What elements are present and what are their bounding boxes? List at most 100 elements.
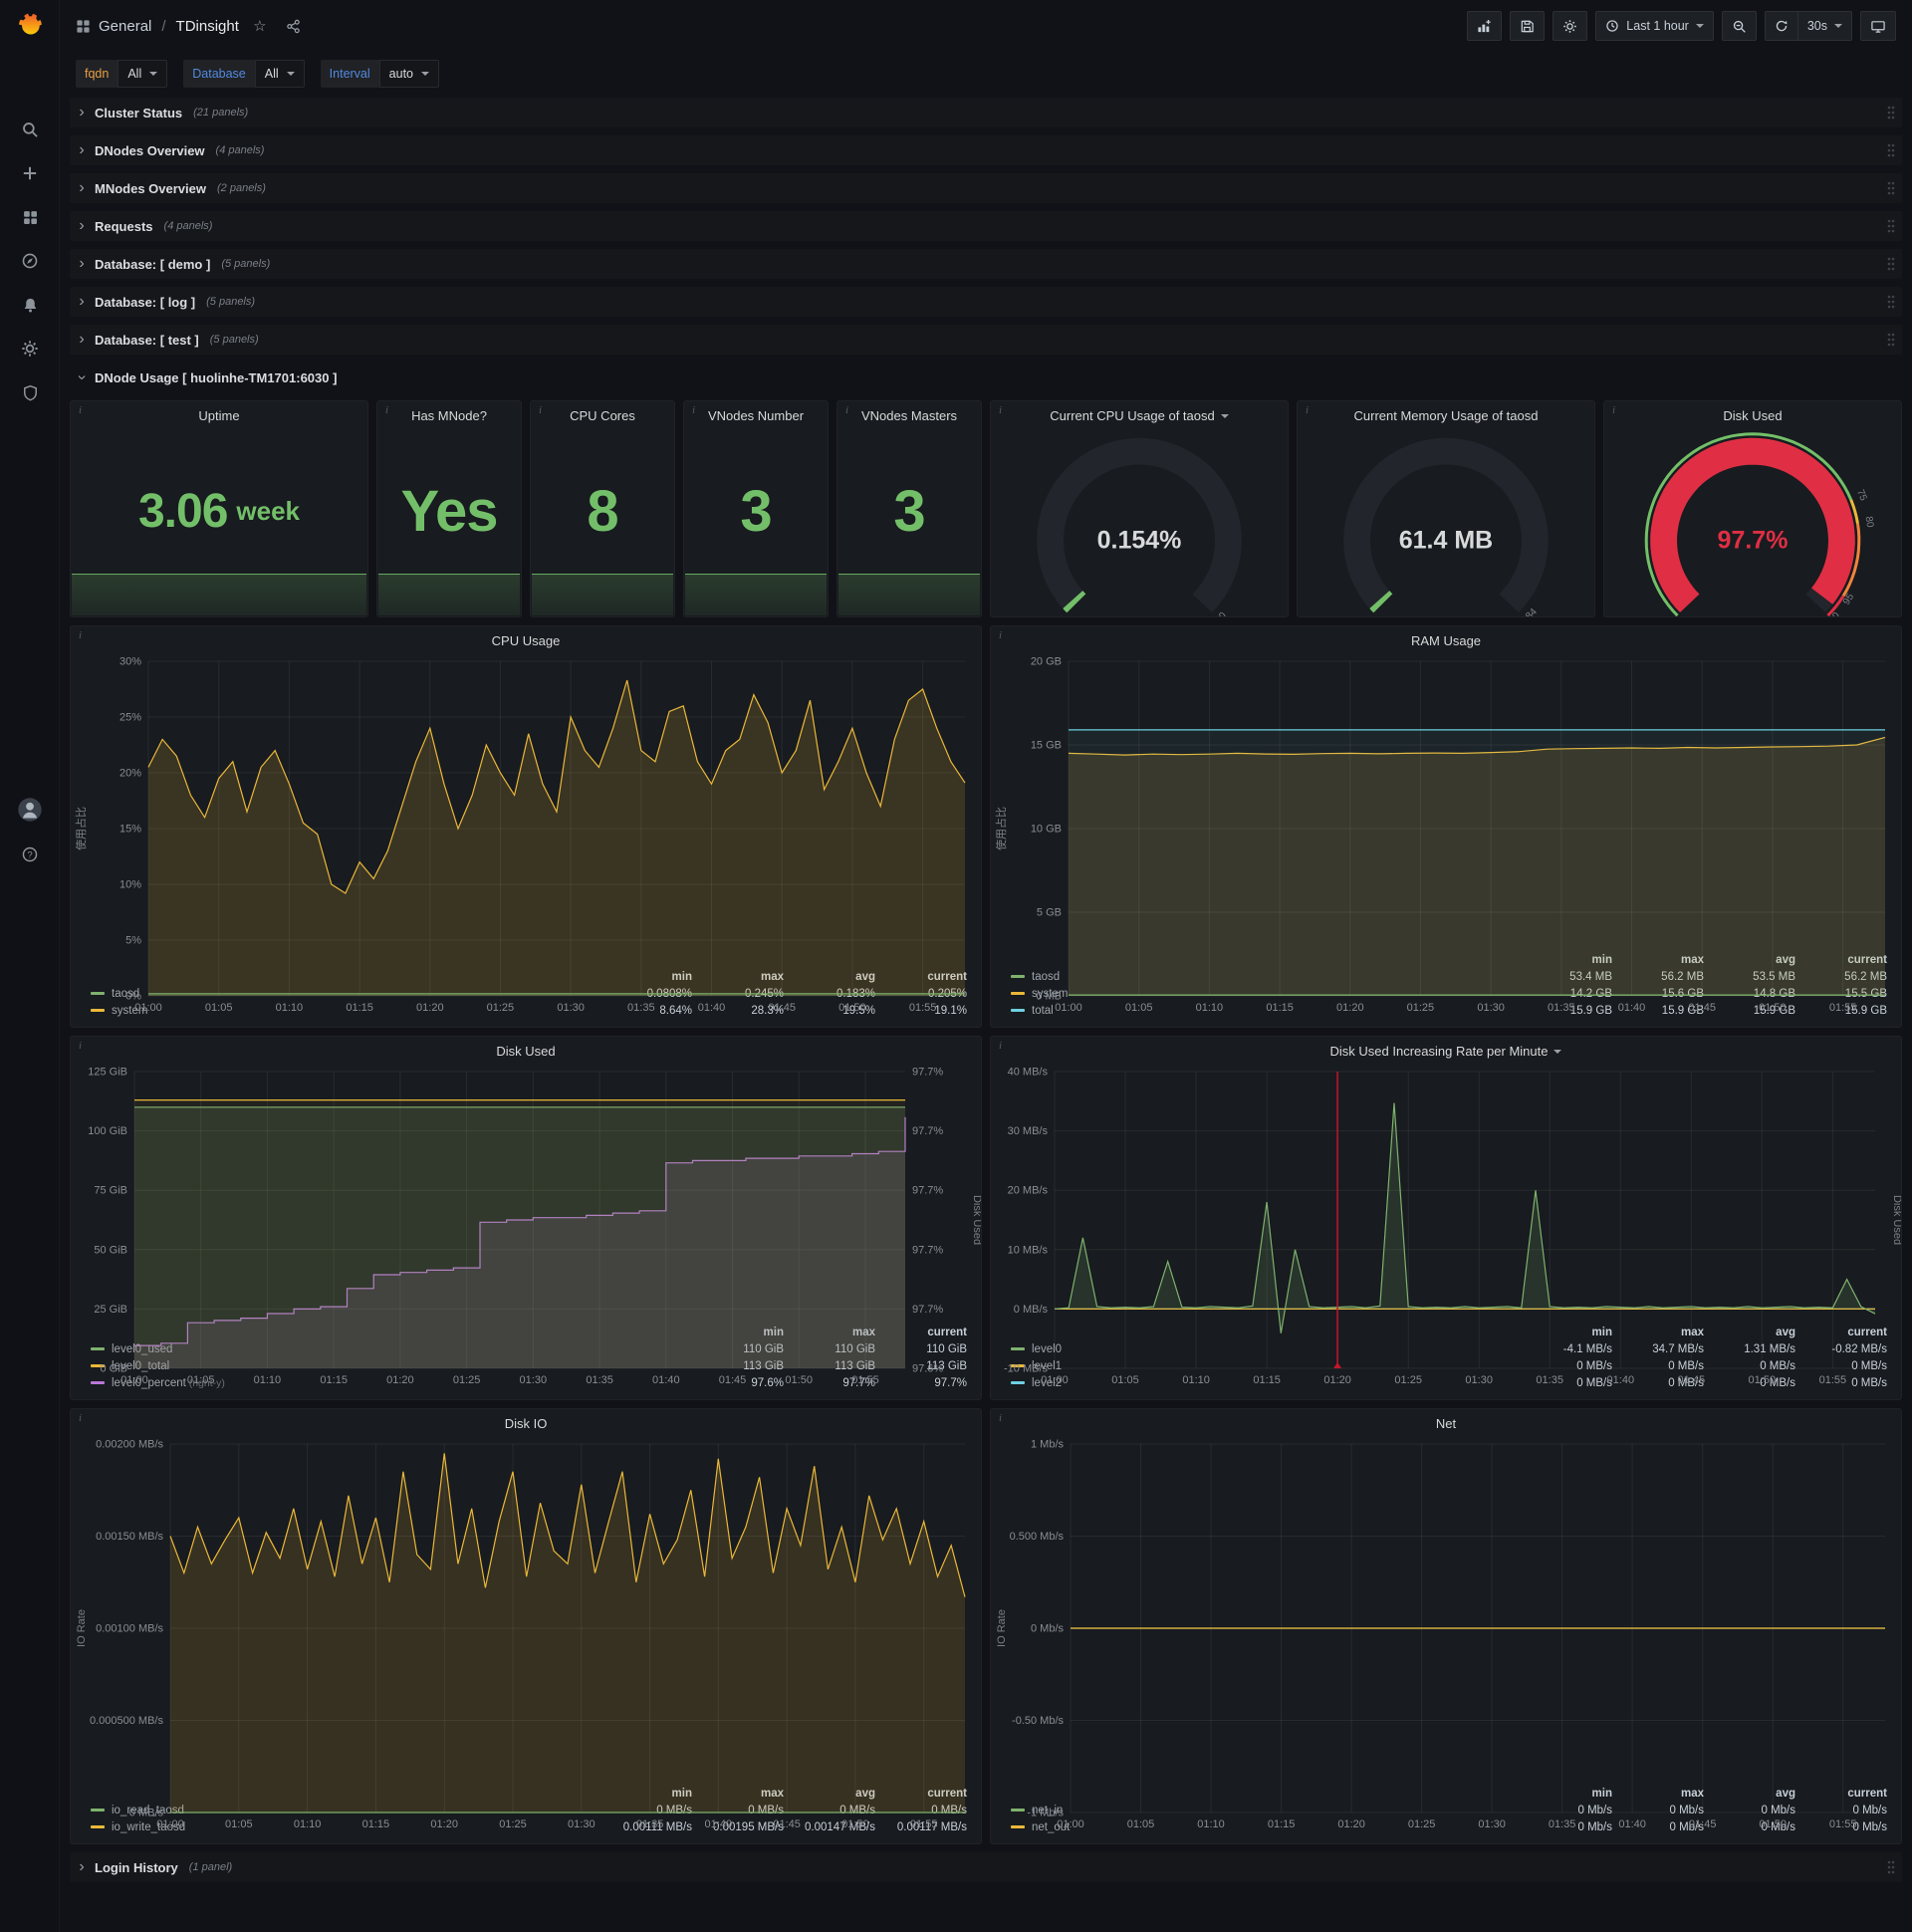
drag-handle-icon[interactable] xyxy=(1886,218,1896,234)
add-panel-button[interactable] xyxy=(1467,11,1503,41)
breadcrumb-title[interactable]: TDinsight xyxy=(176,18,239,35)
memory-usage-gauge[interactable]: 01638461.4 MB xyxy=(1298,426,1594,616)
help-icon[interactable]: ? xyxy=(12,837,48,872)
cpu-usage-gauge[interactable]: 01000.154% xyxy=(991,426,1288,616)
chart-svg: 0 GiB 97.6% 25 GiB 97.7% 50 GiB 97.7% 75 GiB 97… xyxy=(88,1067,981,1387)
svg-text:0.154%: 0.154% xyxy=(1097,527,1182,555)
drag-handle-icon[interactable] xyxy=(1886,1859,1896,1875)
panel-title[interactable]: Uptime xyxy=(71,401,367,426)
panel-title[interactable]: RAM Usage xyxy=(991,626,1901,651)
variable-fqdn-value: All xyxy=(127,67,142,81)
row-mnodes-overview[interactable]: › MNodes Overview (2 panels) xyxy=(70,173,1902,203)
refresh-button[interactable] xyxy=(1764,11,1797,41)
info-icon[interactable]: i xyxy=(532,402,549,418)
share-icon[interactable] xyxy=(281,13,307,39)
svg-text:01:05: 01:05 xyxy=(1111,1374,1139,1386)
user-avatar[interactable] xyxy=(12,792,48,828)
row-panel-count: (5 panels) xyxy=(206,296,256,308)
row-database-log[interactable]: › Database: [ log ] (5 panels) xyxy=(70,287,1902,317)
breadcrumb-folder[interactable]: General xyxy=(99,18,151,35)
save-dashboard-button[interactable] xyxy=(1510,11,1546,41)
info-icon[interactable]: i xyxy=(992,627,1009,643)
configuration-gear-icon[interactable] xyxy=(12,331,48,366)
row-database-demo[interactable]: › Database: [ demo ] (5 panels) xyxy=(70,249,1902,279)
panel-title[interactable]: VNodes Number xyxy=(684,401,828,426)
grafana-logo-icon[interactable] xyxy=(12,8,48,44)
gauge-svg: 075809510097.7% xyxy=(1644,432,1875,616)
info-icon[interactable]: i xyxy=(72,627,89,643)
create-plus-icon[interactable] xyxy=(12,155,48,191)
panel-title[interactable]: Current Memory Usage of taosd xyxy=(1298,401,1594,426)
svg-text:01:30: 01:30 xyxy=(1478,1818,1506,1830)
info-icon[interactable]: i xyxy=(838,402,855,418)
variable-database[interactable]: Database All xyxy=(183,60,305,88)
panel-title[interactable]: Disk Used xyxy=(1604,401,1901,426)
main-column: General / TDinsight ☆ Last 1 hour 30s fq… xyxy=(60,0,1912,1932)
disk-used-chart[interactable]: 0 GiB 97.6% 25 GiB 97.7% 50 GiB 97.7% 75 GiB 97… xyxy=(71,1062,981,1387)
explore-compass-icon[interactable] xyxy=(12,243,48,279)
svg-text:0 MB/s: 0 MB/s xyxy=(129,1808,164,1819)
cpu-usage-chart[interactable]: 0% 5% 10% 15% 20% 25% 30% 01:00 01:05 01:10 01:15 0… xyxy=(71,651,981,1014)
panel-title[interactable]: Disk Used Increasing Rate per Minute xyxy=(991,1037,1901,1062)
row-panel-count: (21 panels) xyxy=(193,107,249,119)
disk-io-chart[interactable]: 0 MB/s 0.000500 MB/s 0.00100 MB/s 0.00150 M… xyxy=(71,1434,981,1830)
drag-handle-icon[interactable] xyxy=(1886,105,1896,121)
row-requests[interactable]: › Requests (4 panels) xyxy=(70,211,1902,241)
svg-text:01:40: 01:40 xyxy=(705,1818,733,1830)
row-login-history[interactable]: › Login History (1 panel) xyxy=(70,1852,1902,1882)
info-icon[interactable]: i xyxy=(992,1410,1009,1426)
info-icon[interactable]: i xyxy=(378,402,395,418)
panel-title[interactable]: Disk IO xyxy=(71,1409,981,1434)
info-icon[interactable]: i xyxy=(685,402,702,418)
dashboards-icon[interactable] xyxy=(12,199,48,235)
svg-text:0.00150 MB/s: 0.00150 MB/s xyxy=(96,1531,163,1543)
drag-handle-icon[interactable] xyxy=(1886,332,1896,348)
net-chart[interactable]: -1 Mb/s -0.50 Mb/s 0 Mb/s 0.500 Mb/s 1 Mb/s 0… xyxy=(991,1434,1901,1830)
drag-handle-icon[interactable] xyxy=(1886,256,1896,272)
row-dnodes-overview[interactable]: › DNodes Overview (4 panels) xyxy=(70,135,1902,165)
drag-handle-icon[interactable] xyxy=(1886,294,1896,310)
refresh-interval-dropdown[interactable]: 30s xyxy=(1796,11,1852,41)
panel-title[interactable]: CPU Usage xyxy=(71,626,981,651)
panel-title[interactable]: Has MNode? xyxy=(377,401,521,426)
dashboard-settings-button[interactable] xyxy=(1553,11,1588,41)
panel-disk-io: i Disk IO 0 MB/s 0.000500 MB/s 0.00100 MB/… xyxy=(70,1408,982,1844)
panel-menu-caret-icon xyxy=(1554,1050,1562,1054)
star-icon[interactable]: ☆ xyxy=(247,13,273,39)
variable-fqdn[interactable]: fqdn All xyxy=(76,60,168,88)
info-icon[interactable]: i xyxy=(1605,402,1622,418)
panel-title[interactable]: Disk Used xyxy=(71,1037,981,1062)
panel-title[interactable]: Net xyxy=(991,1409,1901,1434)
disk-rate-chart[interactable]: -10 MB/s 0 MB/s 10 MB/s 20 MB/s 30 MB/s 40 MB… xyxy=(991,1062,1901,1387)
row-cluster-status[interactable]: › Cluster Status (21 panels) xyxy=(70,98,1902,127)
variable-interval[interactable]: Interval auto xyxy=(320,60,440,88)
info-icon[interactable]: i xyxy=(72,402,89,418)
info-icon[interactable]: i xyxy=(72,1410,89,1426)
svg-text:20 MB/s: 20 MB/s xyxy=(1008,1185,1049,1197)
alerting-bell-icon[interactable] xyxy=(12,287,48,323)
panel-title[interactable]: CPU Cores xyxy=(531,401,674,426)
panel-title[interactable]: VNodes Masters xyxy=(837,401,981,426)
svg-text:0.00100 MB/s: 0.00100 MB/s xyxy=(96,1623,163,1635)
server-admin-shield-icon[interactable] xyxy=(12,374,48,410)
row-database-test[interactable]: › Database: [ test ] (5 panels) xyxy=(70,325,1902,355)
ram-usage-chart[interactable]: 0 MB 5 GB 10 GB 15 GB 20 GB 01:00 01:05 01:10 01… xyxy=(991,651,1901,1014)
svg-text:01:45: 01:45 xyxy=(768,1002,796,1014)
row-dnode-usage[interactable]: › DNode Usage [ huolinhe-TM1701:6030 ] xyxy=(70,362,1902,392)
info-icon[interactable]: i xyxy=(992,1038,1009,1054)
drag-handle-icon[interactable] xyxy=(1886,142,1896,158)
time-range-picker[interactable]: Last 1 hour xyxy=(1595,11,1714,41)
disk-used-gauge[interactable]: 075809510097.7% xyxy=(1604,426,1901,616)
info-icon[interactable]: i xyxy=(1299,402,1315,418)
dashboards-grid-icon[interactable] xyxy=(76,19,91,34)
zoom-out-button[interactable] xyxy=(1721,11,1757,41)
drag-handle-icon[interactable] xyxy=(1886,180,1896,196)
cycle-view-button[interactable] xyxy=(1860,11,1896,41)
svg-text:01:40: 01:40 xyxy=(1607,1374,1635,1386)
info-icon[interactable]: i xyxy=(992,402,1009,418)
info-icon[interactable]: i xyxy=(72,1038,89,1054)
svg-text:97.7%: 97.7% xyxy=(912,1304,943,1316)
svg-text:01:20: 01:20 xyxy=(1323,1374,1351,1386)
search-icon[interactable] xyxy=(12,112,48,147)
panel-title[interactable]: Current CPU Usage of taosd xyxy=(991,401,1288,426)
